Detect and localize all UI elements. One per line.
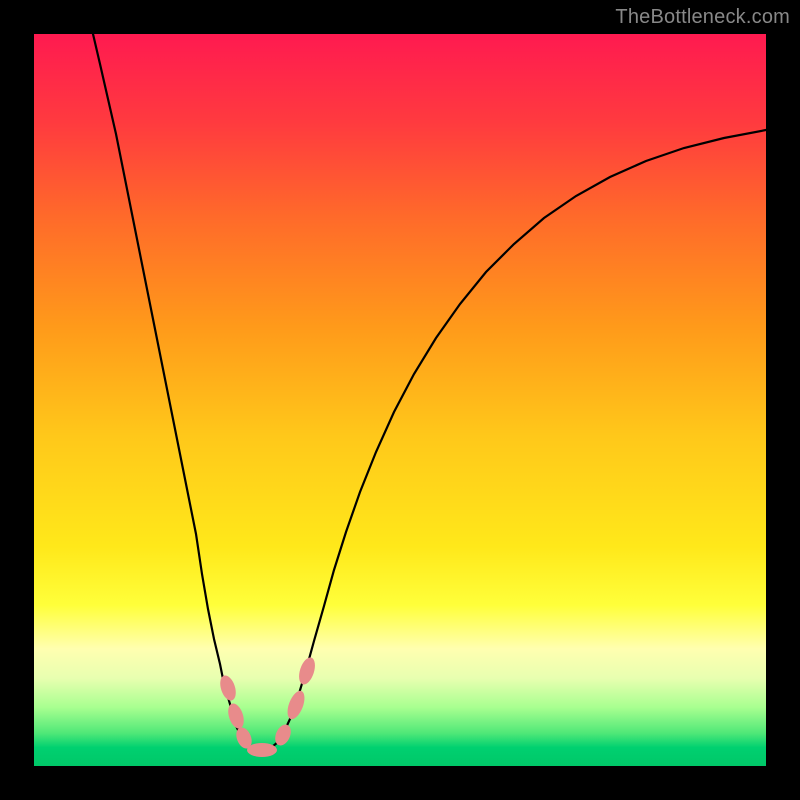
marker-bottom bbox=[247, 743, 277, 757]
chart-svg bbox=[34, 34, 766, 766]
chart-frame: TheBottleneck.com bbox=[0, 0, 800, 800]
watermark-text: TheBottleneck.com bbox=[615, 6, 790, 29]
plot-area bbox=[34, 34, 766, 766]
